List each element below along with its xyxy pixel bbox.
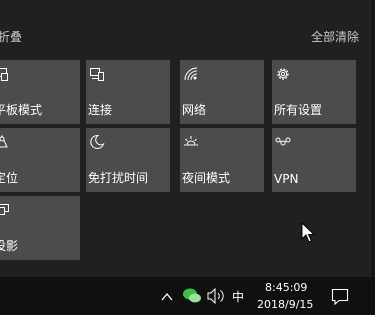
action-center-notification-icon[interactable] — [330, 286, 350, 306]
tile-vpn[interactable]: VPN — [272, 128, 356, 192]
tile-night-light[interactable]: 夜间模式 — [180, 128, 264, 192]
tile-project[interactable]: 投影 — [0, 196, 80, 260]
tile-label: 平板模式 — [0, 103, 43, 117]
tile-label: 投影 — [0, 239, 19, 253]
network-icon — [184, 67, 198, 81]
quiet-hours-moon-icon — [90, 134, 105, 149]
volume-button[interactable] — [206, 277, 226, 315]
show-hidden-icons-button[interactable] — [160, 277, 174, 315]
tile-location[interactable]: 定位 — [0, 128, 80, 192]
tile-label: 网络 — [182, 103, 207, 117]
tile-label: 所有设置 — [274, 103, 323, 117]
wechat-tray-button[interactable] — [182, 277, 202, 315]
tile-all-settings[interactable]: 所有设置 — [272, 60, 356, 124]
chevron-up-icon — [161, 292, 173, 301]
tile-quiet-hours[interactable]: 免打扰时间 — [86, 128, 170, 192]
clock-time[interactable]: 8:45:09 — [265, 281, 307, 294]
tile-tablet-mode[interactable]: 平板模式 — [0, 60, 80, 124]
tile-connect[interactable]: 连接 — [86, 60, 170, 124]
mouse-cursor-icon — [301, 222, 316, 243]
panel-edge — [371, 0, 375, 277]
clear-all-link[interactable]: 全部清除 — [311, 28, 359, 45]
tile-label: 连接 — [88, 103, 113, 117]
speaker-volume-icon — [207, 287, 224, 305]
night-light-icon — [184, 136, 198, 146]
collapse-link[interactable]: 折叠 — [0, 28, 22, 45]
location-icon — [0, 134, 8, 148]
tile-label: 免打扰时间 — [88, 171, 149, 185]
settings-gear-icon — [277, 68, 289, 80]
tile-label: 定位 — [0, 171, 19, 185]
clock-date[interactable]: 2018/9/15 — [257, 298, 313, 311]
action-center-panel: 折叠 全部清除 平板模式 连接 网络 所有设置 定位 免打扰时间 夜间模式 VP… — [0, 0, 375, 277]
project-icon — [0, 204, 9, 215]
connect-icon — [90, 68, 104, 81]
wechat-icon — [183, 288, 201, 303]
tablet-mode-icon — [0, 68, 8, 81]
taskbar: 中 8:45:09 2018/9/15 — [0, 277, 375, 315]
vpn-icon — [275, 137, 291, 146]
tile-network[interactable]: 网络 — [180, 60, 264, 124]
ime-indicator[interactable]: 中 — [232, 288, 244, 305]
tile-label: VPN — [274, 172, 299, 186]
tile-label: 夜间模式 — [182, 171, 231, 185]
